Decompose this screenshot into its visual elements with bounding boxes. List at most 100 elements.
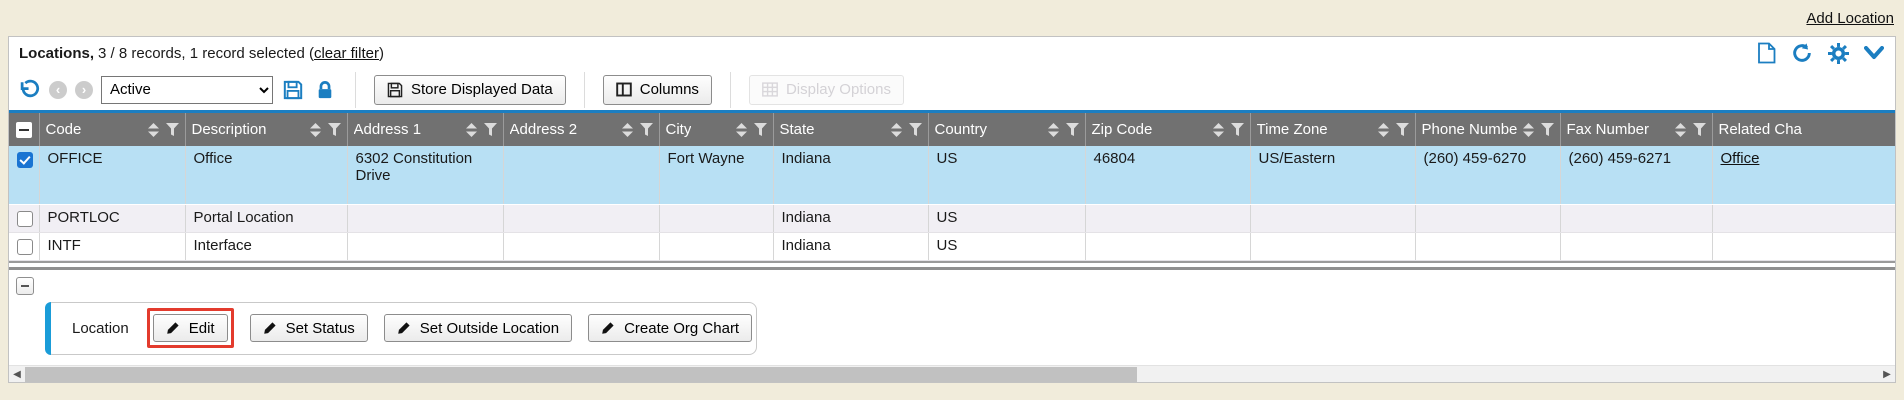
filter-icon[interactable]: [1541, 123, 1554, 136]
header-address2[interactable]: Address 2: [503, 113, 659, 146]
filter-icon[interactable]: [1693, 123, 1706, 136]
create-org-chart-label: Create Org Chart: [624, 320, 739, 337]
undo-icon[interactable]: [17, 78, 41, 102]
set-outside-location-button[interactable]: Set Outside Location: [384, 314, 572, 342]
header-timezone[interactable]: Time Zone: [1250, 113, 1415, 146]
table-row: PORTLOC Portal Location Indiana US: [9, 204, 1896, 232]
columns-icon: [616, 82, 632, 97]
save-filter-icon[interactable]: [281, 78, 305, 102]
filter-icon[interactable]: [1066, 123, 1079, 136]
row-checkbox[interactable]: [17, 211, 33, 227]
filter-icon[interactable]: [484, 123, 497, 136]
header-country[interactable]: Country: [928, 113, 1085, 146]
create-org-chart-button[interactable]: Create Org Chart: [588, 314, 752, 342]
previous-record-icon[interactable]: ‹: [49, 81, 67, 99]
table-row: INTF Interface Indiana US: [9, 232, 1896, 260]
add-location-link[interactable]: Add Location: [1806, 10, 1894, 27]
filter-icon[interactable]: [640, 123, 653, 136]
horizontal-scrollbar[interactable]: ◀ ▶: [9, 365, 1895, 382]
header-city[interactable]: City: [659, 113, 773, 146]
cell-description: Interface: [185, 232, 347, 260]
gear-icon[interactable]: [1827, 42, 1849, 64]
sort-icon[interactable]: [1675, 123, 1686, 137]
sort-icon[interactable]: [1213, 123, 1224, 137]
table-header-row: Code Description Address 1 Address 2 Cit…: [9, 113, 1896, 146]
store-displayed-data-label: Store Displayed Data: [411, 81, 553, 98]
toolbar-separator: [730, 72, 731, 108]
clear-filter-link[interactable]: clear filter: [314, 45, 379, 62]
filter-icon[interactable]: [166, 123, 179, 136]
header-code[interactable]: Code: [39, 113, 185, 146]
header-zipcode[interactable]: Zip Code: [1085, 113, 1250, 146]
scroll-left-icon[interactable]: ◀: [9, 366, 25, 383]
sort-icon[interactable]: [891, 123, 902, 137]
save-icon: [387, 82, 403, 98]
sort-icon[interactable]: [310, 123, 321, 137]
select-all-checkbox[interactable]: [16, 122, 32, 138]
cell-code: INTF: [39, 232, 185, 260]
cell-related-charts: [1712, 204, 1896, 232]
sort-icon[interactable]: [1048, 123, 1059, 137]
records-summary: 3 / 8 records, 1 record selected (: [98, 45, 314, 62]
header-address1[interactable]: Address 1: [347, 113, 503, 146]
header-phone[interactable]: Phone Number: [1415, 113, 1560, 146]
new-document-icon[interactable]: [1755, 42, 1777, 64]
cell-zipcode: 46804: [1085, 146, 1250, 204]
filter-icon[interactable]: [328, 123, 341, 136]
cell-zipcode: [1085, 204, 1250, 232]
cell-country: US: [928, 232, 1085, 260]
filter-icon[interactable]: [909, 123, 922, 136]
store-displayed-data-button[interactable]: Store Displayed Data: [374, 75, 566, 105]
sort-icon[interactable]: [1523, 123, 1534, 137]
set-status-button[interactable]: Set Status: [250, 314, 368, 342]
cell-city: Fort Wayne: [659, 146, 773, 204]
cell-address2: [503, 146, 659, 204]
filter-icon[interactable]: [1231, 123, 1244, 136]
cell-address2: [503, 204, 659, 232]
columns-label: Columns: [640, 81, 699, 98]
related-chart-link[interactable]: Office: [1721, 150, 1760, 167]
row-checkbox[interactable]: [17, 239, 33, 255]
header-select-all: [9, 113, 39, 146]
header-description[interactable]: Description: [185, 113, 347, 146]
sort-icon[interactable]: [622, 123, 633, 137]
header-state[interactable]: State: [773, 113, 928, 146]
refresh-icon[interactable]: [1791, 42, 1813, 64]
cell-address1: 6302 Constitution Drive: [347, 146, 503, 204]
pencil-icon: [601, 321, 615, 335]
cell-state: Indiana: [773, 146, 928, 204]
cell-related-charts: [1712, 232, 1896, 260]
row-checkbox[interactable]: [17, 152, 33, 168]
display-options-label: Display Options: [786, 81, 891, 98]
filter-icon[interactable]: [1396, 123, 1409, 136]
sort-icon[interactable]: [736, 123, 747, 137]
set-status-label: Set Status: [286, 320, 355, 337]
action-group-label: Location: [72, 320, 129, 337]
lock-icon[interactable]: [313, 78, 337, 102]
scroll-right-icon[interactable]: ▶: [1879, 366, 1895, 383]
sort-icon[interactable]: [466, 123, 477, 137]
locations-table: Code Description Address 1 Address 2 Cit…: [9, 113, 1896, 261]
header-fax[interactable]: Fax Number: [1560, 113, 1712, 146]
next-record-icon[interactable]: ›: [75, 81, 93, 99]
header-related-charts[interactable]: Related Cha: [1712, 113, 1896, 146]
top-bar: Add Location: [0, 0, 1904, 36]
sort-icon[interactable]: [148, 123, 159, 137]
scrollbar-thumb[interactable]: [25, 367, 1137, 382]
filter-icon[interactable]: [754, 123, 767, 136]
edit-button[interactable]: Edit: [153, 314, 228, 342]
columns-button[interactable]: Columns: [603, 75, 712, 105]
cell-country: US: [928, 146, 1085, 204]
status-filter-select[interactable]: Active: [101, 76, 273, 104]
cell-related-charts: Office: [1712, 146, 1896, 204]
cell-zipcode: [1085, 232, 1250, 260]
cell-address1: [347, 232, 503, 260]
cell-phone: [1415, 232, 1560, 260]
collapse-actions-button[interactable]: [16, 277, 34, 295]
grid-bottom-border: [9, 261, 1895, 270]
sort-icon[interactable]: [1378, 123, 1389, 137]
collapse-panel-chevron-icon[interactable]: [1863, 42, 1885, 64]
toolbar-separator: [584, 72, 585, 108]
cell-fax: [1560, 232, 1712, 260]
table-row: OFFICE Office 6302 Constitution Drive Fo…: [9, 146, 1896, 204]
